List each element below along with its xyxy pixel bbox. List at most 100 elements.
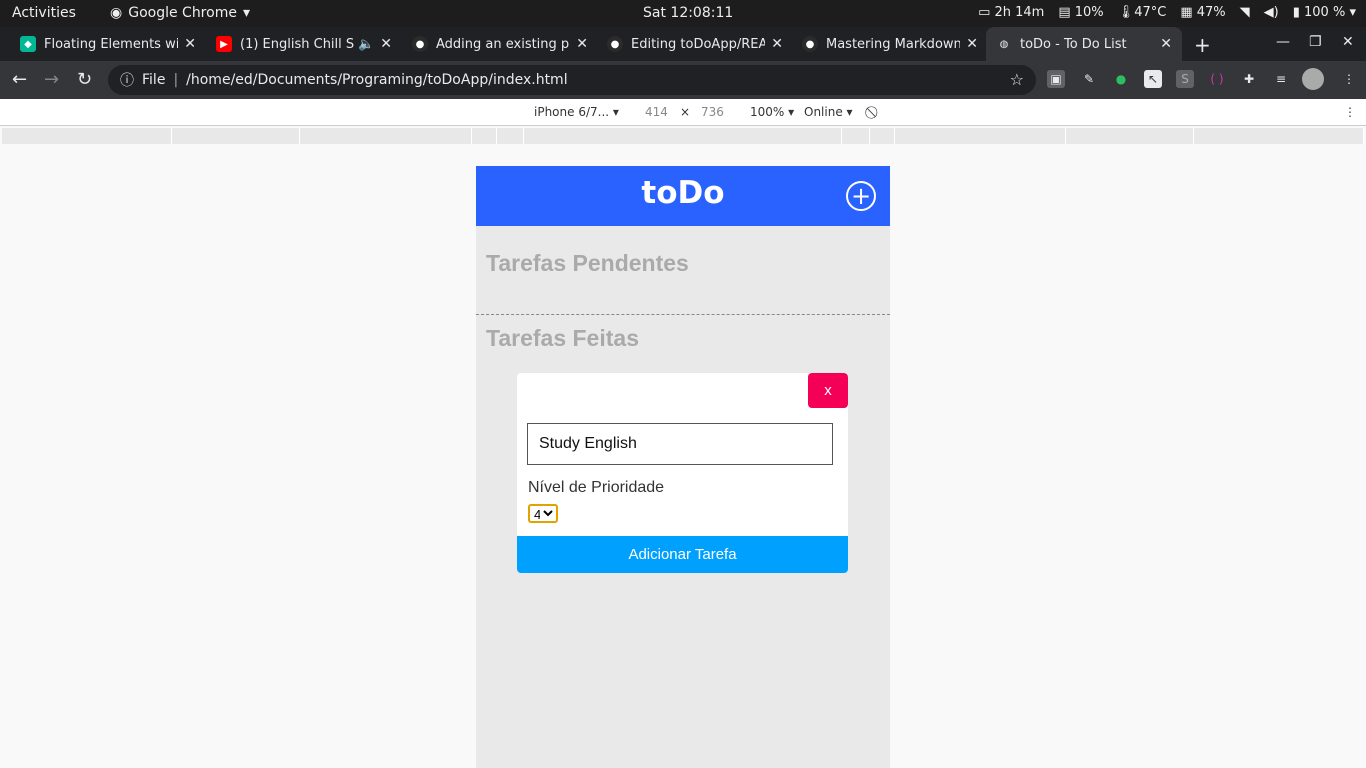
device-select[interactable]: iPhone 6/7... ▾ [534,105,619,119]
menu-kebab-icon[interactable]: ⋮ [1340,70,1358,88]
device-width-field[interactable]: 414 [645,105,668,119]
media-query-segment[interactable] [300,128,472,144]
chrome-icon: ◉ [110,5,123,21]
media-query-segment[interactable] [895,128,1066,144]
network-throttle-select[interactable]: Online ▾ [804,105,853,119]
media-control-icon[interactable]: ≡ [1272,70,1290,88]
extension-brackets-icon[interactable]: ( ) [1208,70,1226,88]
media-query-segment[interactable] [524,128,842,144]
activities-button[interactable]: Activities [12,5,76,21]
device-toolbar: iPhone 6/7... ▾ 414 × 736 100% ▾ Online … [0,99,1366,126]
done-tasks-section: Tarefas Feitas [476,315,890,352]
profile-avatar[interactable] [1302,68,1324,90]
extension-screenshot-icon[interactable]: ▣ [1047,70,1065,88]
extension-pen-icon[interactable]: ✎ [1080,70,1098,88]
media-query-segment[interactable] [870,128,895,144]
media-query-segment[interactable] [1066,128,1194,144]
reload-icon[interactable]: ↻ [77,69,92,90]
bookmark-star-icon[interactable]: ☆ [1010,70,1024,89]
new-tab-button[interactable]: + [1194,33,1211,57]
wifi-icon: ◥ [1239,5,1250,20]
media-query-segment[interactable] [472,128,497,144]
tab-editing-readme[interactable]: ● Editing toDoApp/REA ✕ [597,27,793,61]
tab-title: Floating Elements with [44,36,179,52]
close-icon[interactable]: ✕ [771,36,783,52]
audio-playing-icon[interactable]: 🔈 [358,37,374,52]
pending-tasks-section: Tarefas Pendentes [476,226,890,315]
media-query-segment[interactable] [1194,128,1364,144]
volume-icon: ◀) [1263,5,1279,20]
minimize-button[interactable]: — [1276,34,1290,50]
close-icon[interactable]: ✕ [1160,36,1172,52]
app-title: toDo [641,175,725,211]
app-header: toDo + [476,166,890,226]
zoom-select[interactable]: 100% ▾ [750,105,794,119]
url-text[interactable]: /home/ed/Documents/Programing/toDoApp/in… [186,72,567,88]
tab-todo-list[interactable]: ◍ toDo - To Do List ✕ [986,27,1182,61]
github-icon: ● [802,36,818,52]
clock[interactable]: Sat 12:08:11 [643,5,733,21]
status-area[interactable]: ▭ 2h 14m ▤ 10% 🌡47°C ▦ 47% ◥ ◀) ▮ 100 % … [978,5,1356,20]
tab-english-chill[interactable]: ▶ (1) English Chill So 🔈 ✕ [206,27,402,61]
tab-title: Mastering Markdown [826,36,961,52]
close-icon[interactable]: ✕ [966,36,978,52]
maximize-button[interactable]: ❐ [1309,34,1322,50]
github-icon: ● [607,36,623,52]
priority-label: Nível de Prioridade [528,479,665,496]
chevron-down-icon: ▾ [242,5,250,21]
pending-tasks-title: Tarefas Pendentes [486,250,689,276]
tab-title: Editing toDoApp/REA [631,36,766,52]
priority-select[interactable]: 4 [528,504,558,523]
close-window-button[interactable]: ✕ [1342,34,1354,50]
memory-usage: ▦ 47% [1180,5,1226,20]
back-arrow-icon[interactable]: ← [12,69,27,90]
media-query-segment[interactable] [842,128,870,144]
system-top-bar: Activities ◉ Google Chrome ▾ Sat 12:08:1… [0,0,1366,27]
extension-cursor-icon[interactable]: ↖ [1144,70,1162,88]
tab-mastering-markdown[interactable]: ● Mastering Markdown ✕ [792,27,988,61]
plus-icon: + [850,182,872,210]
tab-floating-elements[interactable]: ◆ Floating Elements with ✕ [10,27,206,61]
url-divider: | [173,72,179,88]
app-menu-label: Google Chrome [128,5,237,21]
github-icon: ● [412,36,428,52]
add-task-submit-button[interactable]: Adicionar Tarefa [517,536,848,573]
tab-strip: ◆ Floating Elements with ✕ ▶ (1) English… [0,27,1366,61]
device-height-field[interactable]: 736 [701,105,724,119]
dimension-separator: × [680,105,691,119]
device-toolbar-menu-icon[interactable]: ⋮ [1344,105,1356,119]
youtube-icon: ▶ [216,36,232,52]
browser-toolbar: ← → ↻ ⓘ File | /home/ed/Documents/Progra… [0,61,1366,99]
url-scheme: File [142,72,166,88]
close-icon[interactable]: ✕ [184,36,196,52]
device-viewport: toDo + Tarefas Pendentes Tarefas Feitas … [476,166,890,768]
temperature: 🌡47°C [1117,5,1167,20]
app-menu[interactable]: ◉ Google Chrome ▾ [110,5,250,21]
tab-adding-existing-project[interactable]: ● Adding an existing pro ✕ [402,27,598,61]
task-name-input[interactable] [527,423,833,465]
extensions-puzzle-icon[interactable]: ✚ [1240,70,1258,88]
done-tasks-title: Tarefas Feitas [486,325,639,351]
media-query-segment[interactable] [2,128,172,144]
cpu-usage: ▤ 10% [1058,5,1104,20]
add-task-modal: x Nível de Prioridade 4 Adicionar Tarefa [517,373,848,573]
globe-icon: ◍ [999,38,1009,50]
tab-title: (1) English Chill So [240,36,355,52]
add-task-button[interactable]: + [846,181,876,211]
close-icon[interactable]: ✕ [576,36,588,52]
forward-arrow-icon[interactable]: → [44,69,59,90]
tab-title: toDo - To Do List [1020,36,1127,52]
bootstrap-cube-icon: ◆ [20,36,36,52]
info-icon[interactable]: ⓘ [120,70,134,90]
media-query-segment[interactable] [497,128,524,144]
evernote-icon[interactable]: ● [1112,70,1130,88]
close-icon[interactable]: ✕ [380,36,392,52]
battery-level: ▮ 100 % ▾ [1292,5,1356,20]
modal-close-button[interactable]: x [808,373,848,408]
media-query-bar [0,126,1366,144]
extension-sn-icon[interactable]: S [1176,70,1194,88]
tab-title: Adding an existing pro [436,36,571,52]
battery-time: ▭ 2h 14m [978,5,1045,20]
media-query-segment[interactable] [172,128,300,144]
address-bar[interactable]: ⓘ File | /home/ed/Documents/Programing/t… [108,65,1036,95]
